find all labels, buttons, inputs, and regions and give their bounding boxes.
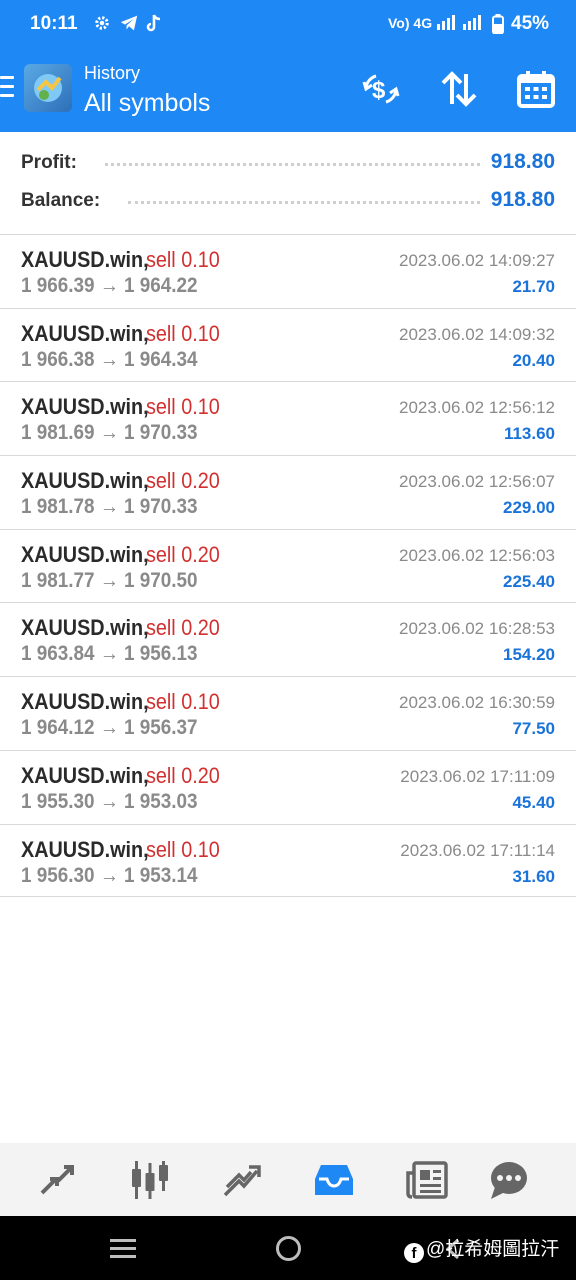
- trade-profit: 21.70: [512, 277, 555, 296]
- leader-dots: [128, 201, 480, 204]
- trade-side: sell 0.10: [146, 394, 220, 420]
- header: 10:11 Vo) 4G 45% History All symbols $: [0, 0, 576, 132]
- trade-side: sell 0.10: [146, 247, 220, 272]
- gear-icon: [93, 14, 111, 37]
- trade-time: 2023.06.02 17:11:14: [400, 840, 555, 860]
- history-icon[interactable]: [313, 1159, 355, 1201]
- trade-row[interactable]: XAUUSD.win, sell 0.20 1 981.78 → 1 970.33 2…: [0, 455, 576, 529]
- trade-time: 2023.06.02 12:56:07: [399, 472, 555, 492]
- leader-dots: [105, 163, 480, 166]
- balance-label: Balance:: [21, 190, 107, 212]
- chart-icon[interactable]: [129, 1159, 171, 1201]
- quotes-icon[interactable]: [36, 1159, 78, 1201]
- trade-icon[interactable]: [221, 1159, 263, 1201]
- status-bar: 10:11 Vo) 4G 45%: [0, 0, 576, 50]
- trade-row[interactable]: XAUUSD.win, sell 0.10 1 956.30 → 1 953.14 2…: [0, 823, 576, 898]
- trade-time: 2023.06.02 16:28:53: [399, 619, 555, 639]
- trade-side: sell 0.10: [146, 836, 220, 862]
- trade-row[interactable]: XAUUSD.win, sell 0.20 1 981.77 → 1 970.50 2…: [0, 528, 576, 603]
- trade-symbol: XAUUSD.win,: [21, 468, 149, 494]
- sort-icon[interactable]: [438, 68, 480, 110]
- trade-time: 2023.06.02 12:56:03: [399, 545, 555, 565]
- trade-profit: 45.40: [512, 792, 555, 812]
- watermark-text: @拉希姆圖拉汗: [426, 1239, 560, 1260]
- tiktok-icon: [146, 14, 162, 38]
- trade-symbol: XAUUSD.win,: [21, 247, 149, 272]
- page-subtitle: History: [84, 63, 141, 83]
- battery-percent: 45%: [511, 13, 550, 34]
- trade-row[interactable]: XAUUSD.win, sell 0.10 1 964.12 → 1 956.37 2…: [0, 676, 576, 750]
- trade-prices: 1 966.39 → 1 964.22: [21, 274, 198, 297]
- app-logo: [24, 64, 72, 112]
- profit-row: Profit: 918.80: [0, 148, 576, 178]
- trade-symbol: XAUUSD.win,: [21, 762, 149, 788]
- trade-side: sell 0.20: [146, 468, 220, 494]
- battery-icon: [492, 14, 504, 39]
- trade-prices: 1 955.30 → 1 953.03: [21, 789, 198, 813]
- trade-row[interactable]: XAUUSD.win, sell 0.10 1 966.38 → 1 964.34 2…: [0, 307, 576, 382]
- trade-time: 2023.06.02 14:09:32: [399, 324, 555, 344]
- trade-profit: 77.50: [512, 719, 555, 739]
- network-label: Vo) 4G: [388, 15, 433, 31]
- toolbar: History All symbols $: [0, 56, 576, 126]
- balance-value: 918.80: [490, 188, 555, 211]
- facebook-icon: f: [404, 1243, 424, 1263]
- trade-prices: 1 964.12 → 1 956.37: [21, 716, 198, 740]
- trade-row[interactable]: XAUUSD.win, sell 0.10 1 966.39 → 1 964.22 2…: [0, 234, 576, 308]
- news-icon[interactable]: [406, 1159, 448, 1201]
- trade-symbol: XAUUSD.win,: [21, 689, 149, 715]
- trade-prices: 1 963.84 → 1 956.13: [21, 642, 198, 666]
- trade-side: sell 0.20: [146, 541, 220, 567]
- trade-profit: 154.20: [503, 645, 555, 665]
- trade-time: 2023.06.02 14:09:27: [399, 251, 555, 270]
- trade-time: 2023.06.02 17:11:09: [400, 766, 555, 786]
- home-icon[interactable]: [276, 1236, 301, 1261]
- trade-profit: 31.60: [512, 866, 555, 886]
- trade-prices: 1 981.69 → 1 970.33: [21, 421, 198, 445]
- currency-exchange-icon[interactable]: $: [360, 68, 402, 110]
- trade-prices: 1 981.78 → 1 970.33: [21, 495, 198, 519]
- status-time: 10:11: [30, 13, 78, 34]
- trade-row[interactable]: XAUUSD.win, sell 0.20 1 963.84 → 1 956.13 2…: [0, 602, 576, 676]
- trade-row[interactable]: XAUUSD.win, sell 0.20 1 955.30 → 1 953.03 2…: [0, 749, 576, 824]
- trade-side: sell 0.10: [146, 320, 220, 346]
- svg-text:$: $: [372, 77, 386, 104]
- trade-history-list: XAUUSD.win, sell 0.10 1 966.39 → 1 964.22 2…: [0, 234, 576, 898]
- trade-time: 2023.06.02 12:56:12: [399, 398, 555, 418]
- trade-symbol: XAUUSD.win,: [21, 541, 149, 567]
- page-title[interactable]: All symbols: [84, 89, 210, 118]
- menu-icon[interactable]: [0, 76, 16, 102]
- trade-profit: 20.40: [512, 350, 555, 370]
- trade-time: 2023.06.02 16:30:59: [399, 693, 555, 713]
- trade-symbol: XAUUSD.win,: [21, 320, 149, 346]
- trade-profit: 225.40: [503, 571, 555, 591]
- trade-row[interactable]: XAUUSD.win, sell 0.10 1 981.69 → 1 970.33 2…: [0, 381, 576, 455]
- app-screen: 10:11 Vo) 4G 45% History All symbols $ P…: [0, 0, 576, 1280]
- profit-label: Profit:: [21, 152, 83, 174]
- balance-row: Balance: 918.80: [0, 186, 576, 216]
- profit-value: 918.80: [490, 150, 555, 173]
- trade-symbol: XAUUSD.win,: [21, 836, 149, 862]
- account-summary: Profit: 918.80 Balance: 918.80: [0, 140, 576, 234]
- trade-symbol: XAUUSD.win,: [21, 615, 149, 641]
- watermark: f @拉希姆圖拉汗: [404, 1234, 559, 1263]
- trade-profit: 113.60: [503, 424, 555, 444]
- trade-symbol: XAUUSD.win,: [21, 394, 149, 420]
- telegram-icon: [119, 14, 139, 37]
- trade-prices: 1 981.77 → 1 970.50: [21, 568, 198, 592]
- signal-icon: [437, 14, 483, 37]
- trade-prices: 1 966.38 → 1 964.34: [21, 347, 198, 371]
- bottom-navigation: [0, 1143, 576, 1216]
- trade-side: sell 0.20: [146, 762, 220, 788]
- recent-apps-icon[interactable]: [110, 1239, 136, 1259]
- trade-prices: 1 956.30 → 1 953.14: [21, 863, 198, 887]
- trade-side: sell 0.10: [146, 689, 220, 715]
- system-navigation-bar: f @拉希姆圖拉汗: [0, 1216, 576, 1280]
- calendar-icon[interactable]: [515, 68, 557, 110]
- trade-side: sell 0.20: [146, 615, 220, 641]
- trade-profit: 229.00: [503, 498, 555, 518]
- chat-icon[interactable]: [487, 1159, 529, 1201]
